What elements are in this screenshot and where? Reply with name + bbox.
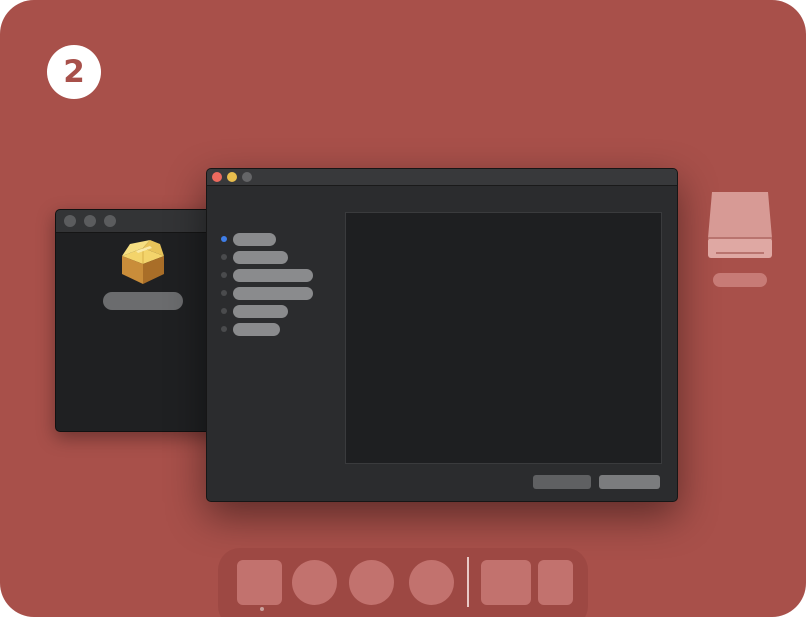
drive-label[interactable]	[713, 273, 767, 287]
running-indicator	[260, 607, 264, 611]
step-number-badge: 2	[47, 45, 101, 99]
close-button[interactable]	[64, 215, 76, 227]
step-item-introduction	[221, 230, 313, 248]
desktop-background: 2	[0, 0, 806, 617]
disk-image-window[interactable]	[55, 209, 227, 432]
step-label	[233, 250, 288, 264]
dock-item-folder[interactable]	[481, 560, 531, 605]
disk-image-window-titlebar[interactable]	[56, 210, 226, 233]
step-item	[221, 302, 313, 320]
dock-item-app-3[interactable]	[349, 560, 394, 605]
external-drive-icon[interactable]	[706, 190, 774, 262]
package-icon[interactable]	[118, 240, 168, 286]
step-label	[233, 268, 313, 282]
dock-item-app-4[interactable]	[409, 560, 454, 605]
close-button[interactable]	[212, 172, 222, 182]
step-label	[233, 304, 288, 318]
step-label	[233, 286, 313, 300]
step-number: 2	[63, 54, 85, 90]
minimize-button[interactable]	[84, 215, 96, 227]
dock-item-trash[interactable]	[538, 560, 573, 605]
step-dot	[221, 254, 227, 260]
go-back-button[interactable]	[533, 475, 591, 489]
installer-titlebar[interactable]	[207, 169, 677, 186]
step-item	[221, 248, 313, 266]
installer-window[interactable]	[206, 168, 678, 502]
zoom-button[interactable]	[104, 215, 116, 227]
step-label	[233, 322, 280, 336]
package-label	[103, 292, 183, 310]
dock-separator	[467, 557, 469, 607]
step-label	[233, 232, 276, 246]
step-item	[221, 320, 313, 338]
step-item	[221, 284, 313, 302]
minimize-button[interactable]	[227, 172, 237, 182]
installer-steps-sidebar	[221, 230, 313, 338]
dock-item-finder[interactable]	[237, 560, 282, 605]
installer-content-pane[interactable]	[345, 212, 662, 464]
step-dot	[221, 272, 227, 278]
step-item	[221, 266, 313, 284]
dock-item-app-2[interactable]	[292, 560, 337, 605]
dock	[218, 548, 588, 617]
step-dot	[221, 326, 227, 332]
zoom-button[interactable]	[242, 172, 252, 182]
step-dot	[221, 290, 227, 296]
step-dot	[221, 308, 227, 314]
continue-button[interactable]	[599, 475, 660, 489]
step-active-dot	[221, 236, 227, 242]
